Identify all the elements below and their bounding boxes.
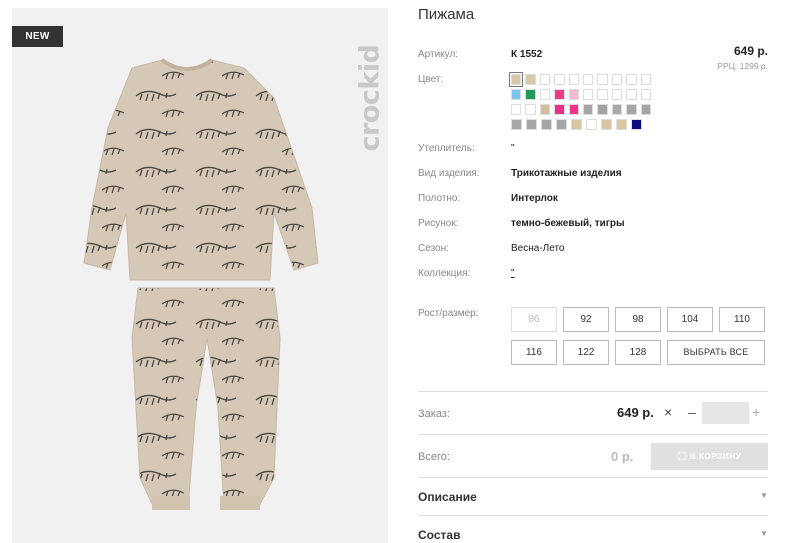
divider: [418, 391, 768, 392]
total-value: 0 р.: [611, 449, 634, 464]
select-all-sizes-button[interactable]: ВЫБРАТЬ ВСЕ: [667, 340, 765, 365]
insulation-label: Утеплитель:: [418, 143, 475, 154]
color-swatch[interactable]: [631, 119, 642, 130]
color-label: Цвет:: [418, 74, 444, 85]
divider: [418, 477, 768, 478]
size-122-button[interactable]: 122: [563, 340, 609, 365]
color-swatch[interactable]: [511, 119, 522, 130]
color-swatch[interactable]: [597, 104, 608, 115]
price: 649 р.: [733, 44, 768, 58]
color-swatch[interactable]: [586, 119, 597, 130]
pajama-image: [83, 58, 319, 510]
color-swatch[interactable]: [556, 119, 567, 130]
total-label: Всего:: [418, 451, 450, 463]
color-swatch[interactable]: [511, 89, 522, 100]
size-92-button[interactable]: 92: [563, 307, 609, 332]
pattern-label: Рисунок:: [418, 218, 459, 229]
quantity-input[interactable]: [702, 402, 749, 424]
sku-label: Артикул:: [418, 49, 459, 60]
swatch-row: [511, 89, 652, 100]
color-swatch[interactable]: [601, 119, 612, 130]
composition-accordion[interactable]: Состав: [418, 528, 460, 542]
sku-value: К 1552: [511, 49, 543, 60]
product-photo[interactable]: NEW crockid: [12, 8, 388, 543]
color-swatch[interactable]: [554, 74, 565, 85]
season-label: Сезон:: [418, 243, 449, 254]
size-110-button[interactable]: 110: [719, 307, 765, 332]
fabric-label: Полотно:: [418, 193, 461, 204]
add-to-cart-button[interactable]: В КОРЗИНУ: [651, 443, 768, 470]
divider: [418, 515, 768, 516]
color-swatch[interactable]: [525, 104, 536, 115]
order-label: Заказ:: [418, 408, 450, 420]
swatch-row: [511, 104, 652, 115]
color-swatch[interactable]: [526, 119, 537, 130]
color-swatch[interactable]: [583, 89, 594, 100]
color-swatch[interactable]: [626, 74, 637, 85]
product-title: Пижама: [418, 6, 475, 23]
color-swatch[interactable]: [640, 104, 652, 115]
color-swatch[interactable]: [539, 104, 551, 115]
fabric-value: Интерлок: [511, 193, 558, 204]
color-swatch[interactable]: [508, 72, 524, 87]
color-swatch[interactable]: [597, 89, 608, 100]
bag-icon: [677, 452, 686, 460]
color-swatch[interactable]: [583, 104, 594, 115]
size-128-button[interactable]: 128: [615, 340, 661, 365]
color-swatch[interactable]: [597, 74, 608, 85]
increase-quantity-button[interactable]: +: [752, 404, 760, 420]
swatch-row: [511, 119, 651, 130]
collection-value[interactable]: ": [511, 268, 515, 279]
times-icon: ×: [664, 404, 673, 420]
type-value: Трикотажные изделия: [511, 168, 622, 179]
collection-label: Коллекция:: [418, 268, 471, 279]
color-swatch[interactable]: [568, 74, 580, 85]
color-swatch[interactable]: [539, 89, 551, 100]
chevron-down-icon[interactable]: ▼: [760, 491, 768, 500]
color-swatch[interactable]: [583, 74, 594, 85]
type-label: Вид изделия:: [418, 168, 480, 179]
add-to-cart-label: В КОРЗИНУ: [689, 451, 742, 461]
size-116-button[interactable]: 116: [511, 340, 557, 365]
color-swatch[interactable]: [640, 74, 652, 85]
size-98-button[interactable]: 98: [615, 307, 661, 332]
chevron-down-icon[interactable]: ▼: [760, 529, 768, 538]
color-swatch[interactable]: [525, 89, 536, 100]
color-swatches: [508, 72, 652, 134]
brand-watermark: crockid: [350, 28, 388, 168]
color-swatch[interactable]: [611, 74, 623, 85]
rrp-price: РРЦ: 1299 р.: [717, 61, 768, 71]
color-swatch[interactable]: [554, 104, 565, 115]
size-104-button[interactable]: 104: [667, 307, 713, 332]
color-swatch[interactable]: [640, 89, 652, 100]
brand-logo: crockid: [354, 44, 386, 152]
divider: [418, 434, 768, 435]
color-swatch[interactable]: [571, 119, 582, 130]
color-swatch[interactable]: [626, 104, 637, 115]
color-swatch[interactable]: [539, 74, 551, 85]
size-label: Рост/размер:: [418, 308, 479, 319]
size-selector: 86 92 98 104 110 116 122 128 ВЫБРАТЬ ВСЕ: [511, 307, 768, 373]
pattern-value: темно-бежевый, тигры: [511, 218, 625, 229]
decrease-quantity-button[interactable]: –: [688, 404, 696, 420]
color-swatch[interactable]: [611, 104, 623, 115]
insulation-value: ": [511, 143, 515, 154]
season-value: Весна-Лето: [511, 243, 565, 254]
color-swatch[interactable]: [541, 119, 552, 130]
size-86-button: 86: [511, 307, 557, 332]
color-swatch[interactable]: [525, 74, 536, 85]
color-swatch[interactable]: [568, 89, 580, 100]
color-swatch[interactable]: [554, 89, 565, 100]
swatch-row: [508, 72, 652, 87]
description-accordion[interactable]: Описание: [418, 490, 477, 504]
color-swatch[interactable]: [626, 89, 637, 100]
color-swatch[interactable]: [611, 89, 623, 100]
color-swatch[interactable]: [568, 104, 580, 115]
color-swatch[interactable]: [511, 104, 522, 115]
new-badge: NEW: [12, 26, 63, 47]
color-swatch[interactable]: [616, 119, 627, 130]
order-price: 649 р.: [617, 405, 654, 420]
